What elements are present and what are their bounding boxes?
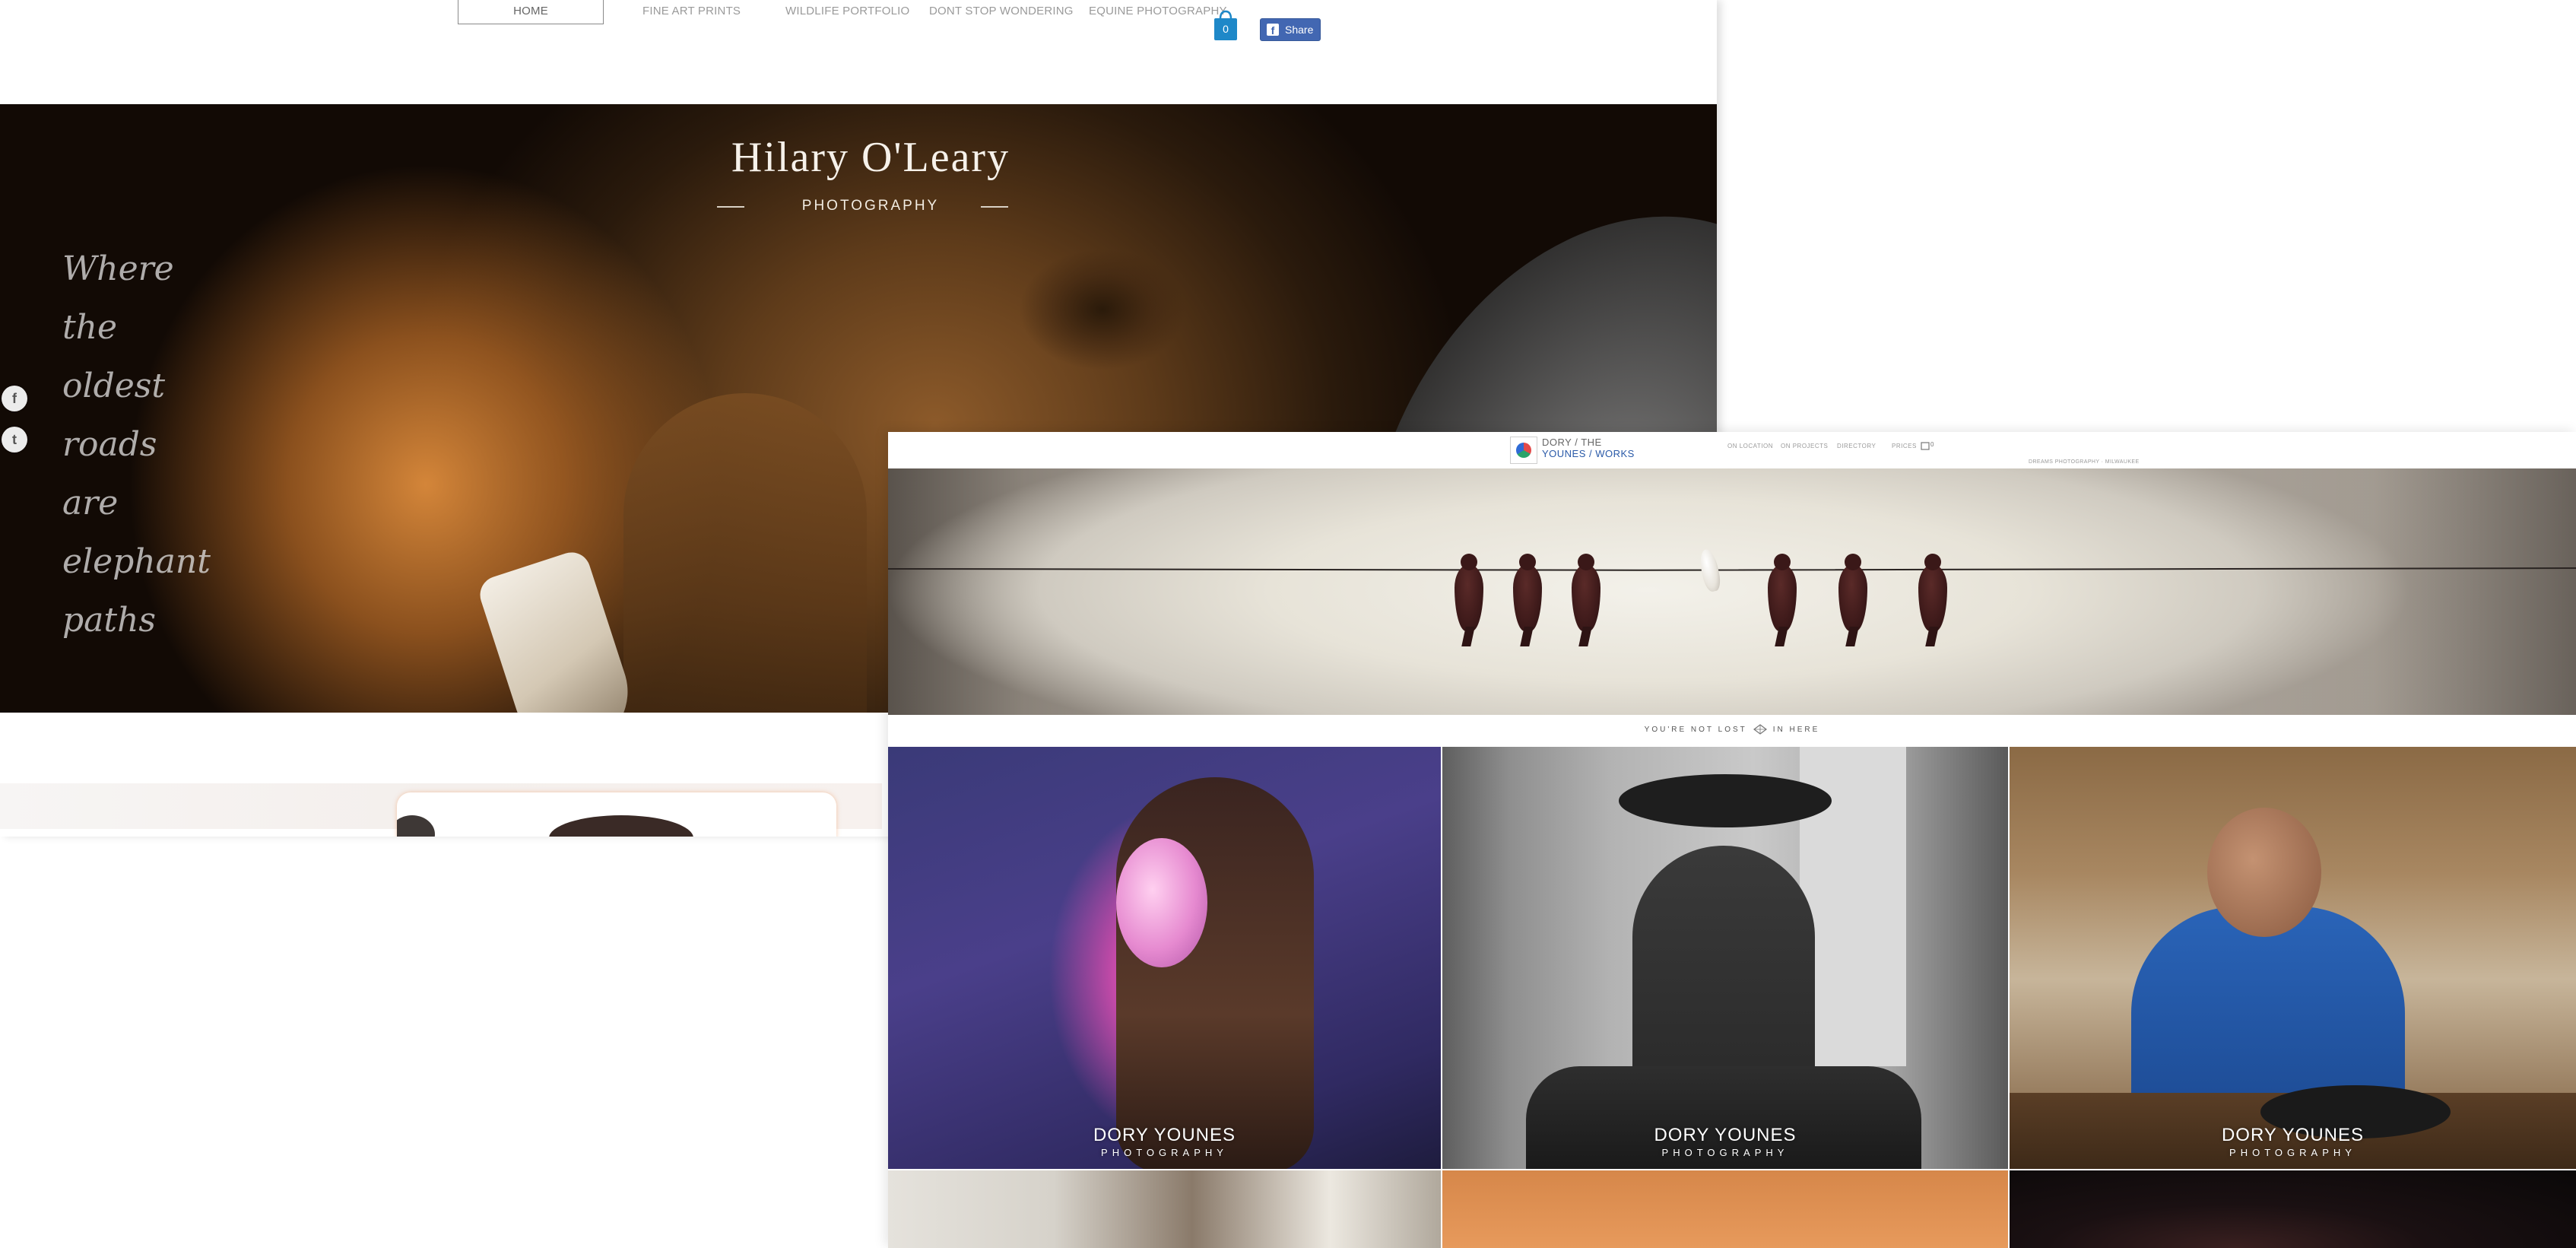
tile-portrait-hair xyxy=(1116,777,1314,1169)
quote-line: elephant xyxy=(62,542,211,581)
tile-portrait-face xyxy=(1116,838,1207,967)
quote-line: Where xyxy=(62,249,174,288)
portrait-card-peek xyxy=(397,792,836,837)
tile-caption: DORY YOUNES PHOTOGRAPHY xyxy=(888,1125,1441,1158)
bird-silhouette xyxy=(1838,554,1867,631)
tile-man-shape xyxy=(1632,846,1815,1097)
logo-line-2: YOUNES / WORKS xyxy=(1542,448,1635,459)
hero-elephant-tusk xyxy=(475,547,642,713)
portfolio-grid: DORY YOUNES PHOTOGRAPHY DORY YOUNES PHOT… xyxy=(888,747,2576,1248)
tile-hat-shape xyxy=(1619,774,1832,827)
hero-quote: Where the oldest roads are elephant path… xyxy=(62,240,306,649)
nav-item-equine-photography[interactable]: EQUINE PHOTOGRAPHY xyxy=(1089,5,1227,17)
site-title: Hilary O'Leary xyxy=(731,134,1010,181)
diamond-icon xyxy=(1753,724,1767,735)
tile-caption-sub: PHOTOGRAPHY xyxy=(1101,1147,1228,1158)
portfolio-tile-dark-portrait[interactable] xyxy=(2010,1170,2576,1248)
nav-item-home[interactable]: HOME xyxy=(458,0,604,24)
site-subtitle: PHOTOGRAPHY xyxy=(801,198,940,214)
lost-text-left: YOU'RE NOT LOST xyxy=(1644,725,1747,734)
site-logo[interactable]: DORY / THE YOUNES / WORKS xyxy=(1510,435,1708,465)
nav-item-dont-stop-wondering[interactable]: DONT STOP WONDERING xyxy=(929,5,1074,17)
hero-banner-birds-on-wire xyxy=(888,468,2576,715)
nav-item-directory[interactable]: DIRECTORY xyxy=(1837,443,1876,449)
shopping-bag-icon[interactable]: 0 xyxy=(1213,9,1239,41)
portfolio-tile-man-with-hat[interactable]: DORY YOUNES PHOTOGRAPHY xyxy=(1442,747,2008,1169)
facebook-icon: f xyxy=(1267,24,1279,36)
quote-line: are xyxy=(62,484,119,522)
nav-item-fine-art-prints[interactable]: FINE ART PRINTS xyxy=(642,5,741,17)
lost-text-right: IN HERE xyxy=(1772,725,1820,734)
portfolio-tile-shop-shelves[interactable] xyxy=(888,1170,1441,1248)
hero-elephant-eye xyxy=(1019,249,1186,370)
twitter-social-icon[interactable]: t xyxy=(2,427,27,453)
quote-line: roads xyxy=(62,425,157,464)
quote-line: oldest xyxy=(62,367,166,405)
facebook-share-button[interactable]: f Share xyxy=(1260,18,1321,41)
facebook-social-icon[interactable]: f xyxy=(2,386,27,411)
cart-icon[interactable]: 0 xyxy=(1921,441,1936,452)
logo-line-1: DORY / THE xyxy=(1542,437,1602,448)
tile-caption: DORY YOUNES PHOTOGRAPHY xyxy=(2010,1125,2576,1158)
tile-head-shape xyxy=(2207,808,2321,937)
card-shadow-shape xyxy=(397,815,435,837)
nav-item-prices[interactable]: PRICES xyxy=(1892,443,1917,449)
logo-badge-icon xyxy=(1510,437,1537,464)
portfolio-tile-orange-wall[interactable] xyxy=(1442,1170,2008,1248)
bird-silhouette xyxy=(1918,554,1947,631)
site-tagline: DREAMS PHOTOGRAPHY · MILWAUKEE xyxy=(2029,459,2140,465)
subtitle-rule-right xyxy=(981,206,1008,208)
quote-line: paths xyxy=(62,601,156,640)
dory-younes-site-window: DORY / THE YOUNES / WORKS ON LOCATION ON… xyxy=(888,432,2576,1248)
tile-caption-sub: PHOTOGRAPHY xyxy=(1661,1147,1789,1158)
bird-silhouette xyxy=(1572,554,1600,631)
portfolio-tile-cigar-maker[interactable]: DORY YOUNES PHOTOGRAPHY xyxy=(2010,747,2576,1169)
card-portrait-hair xyxy=(549,815,693,837)
hero-wire xyxy=(888,567,2576,571)
tile-caption-sub: PHOTOGRAPHY xyxy=(2229,1147,2356,1158)
main-navigation: HOME FINE ART PRINTS WILDLIFE PORTFOLIO … xyxy=(456,0,1399,30)
tile-caption: DORY YOUNES PHOTOGRAPHY xyxy=(1442,1125,2008,1158)
tile-caption-name: DORY YOUNES xyxy=(2221,1125,2365,1145)
portfolio-tile-portrait-woman[interactable]: DORY YOUNES PHOTOGRAPHY xyxy=(888,747,1441,1169)
bird-silhouette xyxy=(1513,554,1542,631)
nav-item-on-location[interactable]: ON LOCATION xyxy=(1727,443,1773,449)
cart-count: 0 xyxy=(1223,23,1229,35)
share-label: Share xyxy=(1285,24,1314,36)
bird-silhouette xyxy=(1455,554,1483,631)
cart-count: 0 xyxy=(1930,441,1934,448)
nav-item-on-projects[interactable]: ON PROJECTS xyxy=(1781,443,1828,449)
tile-caption-name: DORY YOUNES xyxy=(1093,1125,1236,1145)
nav-item-wildlife-portfolio[interactable]: WILDLIFE PORTFOLIO xyxy=(785,5,909,17)
tile-caption-name: DORY YOUNES xyxy=(1654,1125,1797,1145)
lost-tagline: YOU'RE NOT LOST IN HERE xyxy=(888,718,2576,741)
bird-silhouette xyxy=(1768,554,1797,631)
hero-elephant-trunk xyxy=(623,393,867,713)
quote-line: the xyxy=(62,308,118,347)
